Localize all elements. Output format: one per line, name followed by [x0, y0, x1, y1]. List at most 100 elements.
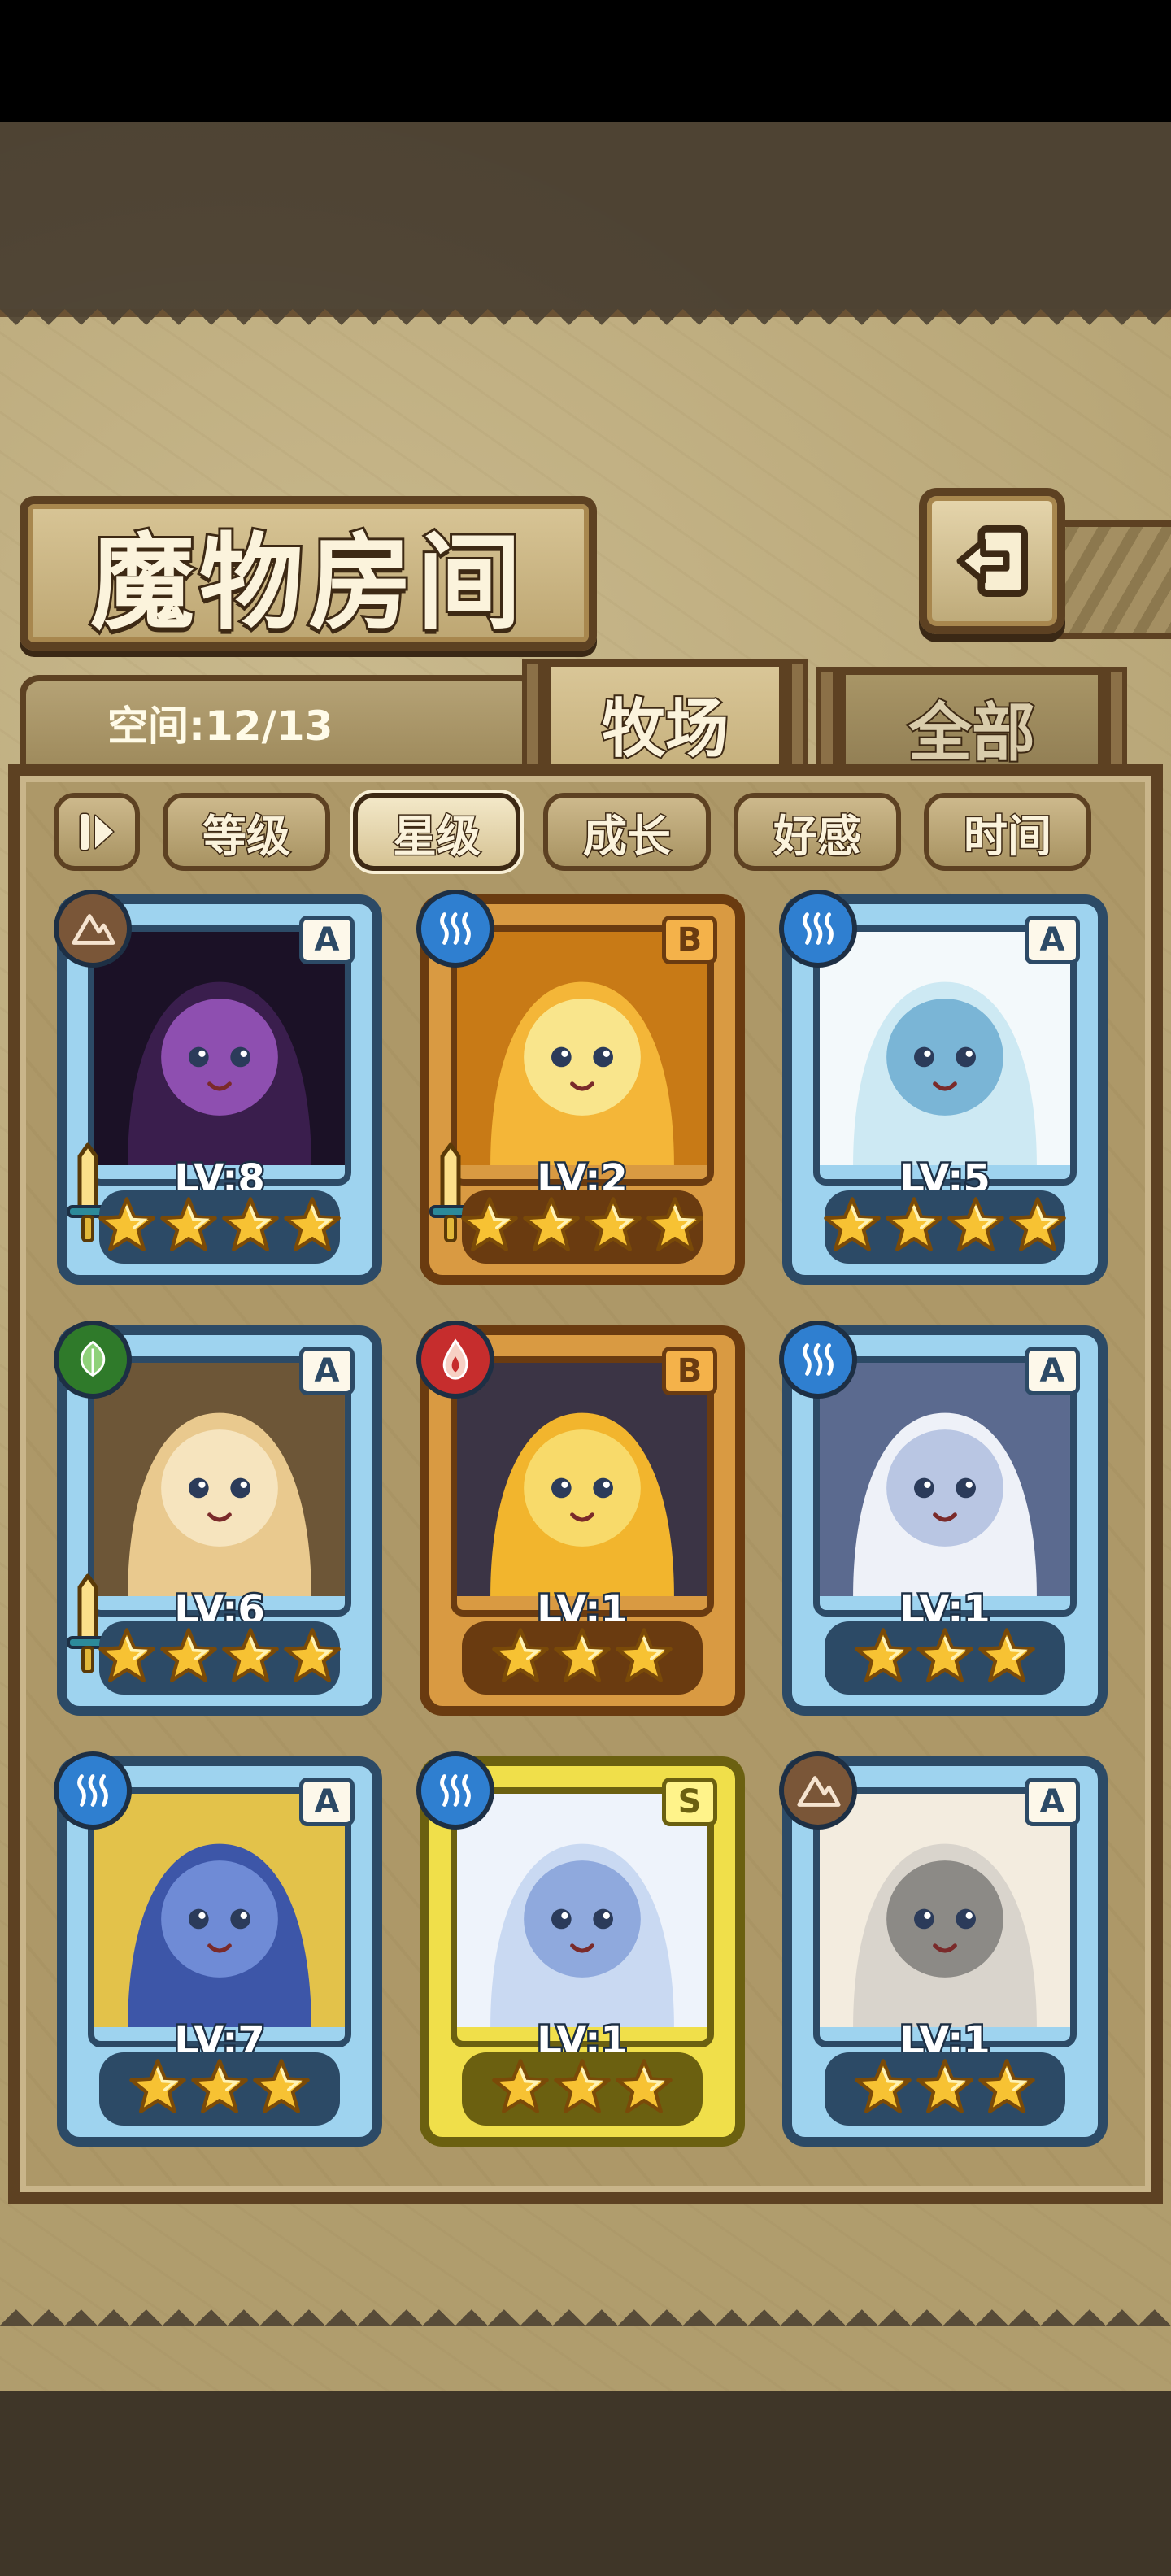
rank-badge: A — [299, 1347, 355, 1395]
star-rating — [825, 1621, 1065, 1695]
rank-badge: B — [662, 916, 717, 964]
rank-badge: B — [662, 1347, 717, 1395]
star-icon — [459, 1195, 520, 1259]
panel-bottom-edge — [0, 2269, 1171, 2326]
star-icon — [853, 2057, 913, 2121]
monster-portrait — [813, 1356, 1077, 1617]
page-title: 魔物房间 — [88, 520, 526, 646]
leaf-icon — [54, 1321, 132, 1399]
star-rating — [459, 1190, 705, 1264]
rank-badge: A — [299, 1778, 355, 1826]
sort-by-star-button[interactable]: 星级 — [353, 793, 520, 871]
water-icon — [416, 1751, 494, 1830]
star-icon — [490, 2057, 551, 2121]
rank-badge: A — [1025, 1347, 1080, 1395]
status-bar — [0, 0, 1171, 122]
title-plate: 魔物房间 — [20, 496, 597, 651]
star-icon — [915, 2057, 975, 2121]
star-icon — [220, 1195, 281, 1259]
star-icon — [282, 1195, 342, 1259]
star-icon — [645, 1195, 705, 1259]
star-icon — [583, 1195, 643, 1259]
monster-art — [94, 1794, 345, 2028]
monster-portrait — [813, 925, 1077, 1186]
star-rating — [462, 2052, 703, 2126]
star-icon — [614, 2057, 674, 2121]
sort-by-time-button[interactable]: 时间 — [924, 793, 1091, 871]
star-rating — [97, 1621, 342, 1695]
star-rating — [822, 1190, 1068, 1264]
star-icon — [128, 2057, 188, 2121]
star-icon — [282, 1626, 342, 1690]
water-icon — [779, 1321, 857, 1399]
monster-art — [457, 1794, 707, 2028]
star-icon — [97, 1626, 157, 1690]
monster-portrait — [451, 1356, 714, 1617]
star-icon — [251, 2057, 311, 2121]
star-icon — [159, 1626, 219, 1690]
monster-portrait — [451, 1787, 714, 2047]
monster-card[interactable]: B LV:2 — [416, 890, 745, 1285]
star-icon — [946, 1195, 1006, 1259]
monster-art — [457, 932, 707, 1166]
star-rating — [825, 2052, 1065, 2126]
star-icon — [977, 1626, 1037, 1690]
star-icon — [1008, 1195, 1068, 1259]
rank-badge: A — [1025, 916, 1080, 964]
tab-ranch-label: 牧场 — [600, 690, 730, 768]
water-icon — [416, 890, 494, 968]
water-icon — [779, 890, 857, 968]
sort-by-growth-button[interactable]: 成长 — [543, 793, 711, 871]
star-icon — [977, 2057, 1037, 2121]
star-icon — [822, 1195, 882, 1259]
monster-card[interactable]: S LV:1 — [416, 1751, 745, 2147]
panel-top-edge — [0, 309, 1171, 366]
monster-portrait — [88, 1787, 351, 2047]
star-icon — [884, 1195, 944, 1259]
monster-card[interactable]: A LV:1 — [779, 1321, 1108, 1716]
monster-portrait — [813, 1787, 1077, 2047]
monster-art — [820, 1794, 1070, 2028]
star-icon — [853, 1626, 913, 1690]
star-icon — [552, 1626, 612, 1690]
monster-art — [94, 1363, 345, 1597]
tab-ranch[interactable]: 牧场 — [522, 659, 808, 789]
back-button[interactable] — [919, 488, 1065, 634]
rank-badge: A — [299, 916, 355, 964]
tab-all[interactable]: 全部 — [816, 667, 1127, 797]
monster-card[interactable]: B LV:1 — [416, 1321, 745, 1716]
map-background-lower — [0, 2391, 1171, 2576]
monster-portrait — [88, 1356, 351, 1617]
monster-art — [820, 932, 1070, 1166]
earth-icon — [54, 890, 132, 968]
star-icon — [490, 1626, 551, 1690]
tab-all-label: 全部 — [907, 694, 1037, 772]
star-rating — [99, 2052, 340, 2126]
sort-by-level-button[interactable]: 等级 — [163, 793, 330, 871]
sort-by-affection-button[interactable]: 好感 — [734, 793, 901, 871]
star-rating — [97, 1190, 342, 1264]
monster-card[interactable]: A LV:6 — [54, 1321, 382, 1716]
star-icon — [97, 1195, 157, 1259]
star-icon — [159, 1195, 219, 1259]
monster-art — [457, 1363, 707, 1597]
star-icon — [614, 1626, 674, 1690]
monster-card[interactable]: A LV:5 — [779, 890, 1108, 1285]
space-capacity: 空间:12/13 — [20, 675, 540, 764]
monster-art — [94, 932, 345, 1166]
star-rating — [462, 1621, 703, 1695]
monster-portrait — [451, 925, 714, 1186]
return-icon — [956, 525, 1028, 597]
star-icon — [521, 1195, 581, 1259]
rank-badge: S — [662, 1778, 717, 1826]
monster-portrait — [88, 925, 351, 1186]
monster-card[interactable]: A LV:1 — [779, 1751, 1108, 2147]
monster-card[interactable]: A LV:8 — [54, 890, 382, 1285]
monster-card[interactable]: A LV:7 — [54, 1751, 382, 2147]
sort-direction-icon — [79, 812, 115, 851]
sort-order-toggle[interactable] — [54, 793, 140, 871]
water-icon — [54, 1751, 132, 1830]
star-icon — [189, 2057, 250, 2121]
space-label: 空间:12/13 — [107, 703, 333, 750]
monster-art — [820, 1363, 1070, 1597]
